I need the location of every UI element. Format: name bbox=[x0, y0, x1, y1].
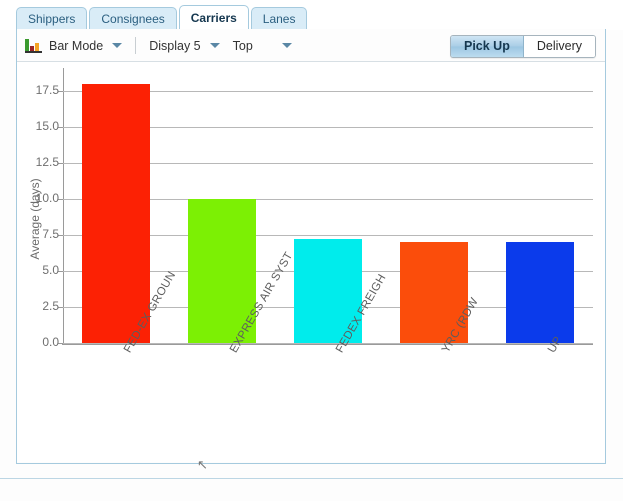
tab-lanes-label: Lanes bbox=[262, 12, 296, 26]
tab-consignees-label: Consignees bbox=[101, 12, 165, 26]
tab-carriers[interactable]: Carriers bbox=[178, 5, 249, 30]
y-axis-tick-label: 12.5 bbox=[35, 155, 59, 170]
y-axis-title: Average (days) bbox=[28, 178, 42, 260]
toolbar-controls: Bar Mode Display 5 Top bbox=[25, 29, 292, 62]
y-axis-tick-label: 5.0 bbox=[42, 263, 59, 278]
chevron-down-icon bbox=[209, 43, 220, 48]
carrier-analytics-window: Shippers Consignees Carriers Lanes Bar M… bbox=[0, 0, 623, 501]
rank-order-dropdown[interactable]: Top bbox=[233, 39, 292, 53]
y-axis-tick-label: 0.0 bbox=[42, 335, 59, 349]
bar-mode-label: Bar Mode bbox=[49, 38, 104, 53]
y-axis-tick-label: 7.5 bbox=[42, 227, 59, 242]
carriers-panel: Bar Mode Display 5 Top Pick Up Delivery bbox=[16, 29, 606, 464]
chart-bar[interactable] bbox=[82, 84, 150, 343]
bar-chart: Average (days) 0.0 2.5 5.0 7.5 10.0 12.5 15.0 1… bbox=[17, 62, 605, 462]
delivery-label: Delivery bbox=[536, 39, 582, 53]
plot-area: 0.0 2.5 5.0 7.5 10.0 12.5 15.0 17.5 FED-EX GROUN… bbox=[36, 68, 593, 355]
tab-list: Shippers Consignees Carriers Lanes bbox=[16, 5, 308, 30]
toolbar-divider bbox=[135, 37, 137, 54]
tab-consignees[interactable]: Consignees bbox=[89, 7, 177, 30]
tab-bar: Shippers Consignees Carriers Lanes bbox=[0, 0, 623, 30]
delivery-button[interactable]: Delivery bbox=[523, 36, 595, 57]
tab-carriers-label: Carriers bbox=[190, 11, 237, 25]
tab-shippers-label: Shippers bbox=[28, 12, 76, 26]
y-axis-line bbox=[63, 68, 64, 344]
chart-toolbar: Bar Mode Display 5 Top Pick Up Delivery bbox=[17, 29, 605, 62]
pickup-delivery-toggle: Pick Up Delivery bbox=[449, 35, 596, 58]
bar-chart-icon bbox=[25, 38, 42, 53]
bar-mode-dropdown[interactable]: Bar Mode bbox=[49, 38, 123, 53]
pickup-button[interactable]: Pick Up bbox=[450, 36, 524, 57]
mouse-cursor-icon: ↖ bbox=[197, 457, 208, 472]
grid-line bbox=[63, 343, 593, 344]
pickup-label: Pick Up bbox=[463, 39, 510, 53]
chevron-down-icon bbox=[112, 43, 123, 48]
y-axis-tick-label: 17.5 bbox=[35, 83, 59, 98]
display-count-dropdown[interactable]: Display 5 bbox=[149, 38, 220, 53]
chart-bar[interactable] bbox=[506, 242, 574, 343]
chevron-down-icon bbox=[281, 43, 292, 48]
y-axis-tick-label: 15.0 bbox=[35, 119, 59, 134]
tab-shippers[interactable]: Shippers bbox=[16, 7, 88, 30]
y-axis-tick-label: 2.5 bbox=[42, 299, 59, 314]
window-bottom-divider bbox=[0, 478, 623, 479]
rank-order-label: Top bbox=[232, 38, 253, 53]
display-count-label: Display 5 bbox=[149, 38, 201, 53]
y-axis-tick-label: 10.0 bbox=[35, 191, 59, 206]
tab-lanes[interactable]: Lanes bbox=[250, 7, 308, 30]
